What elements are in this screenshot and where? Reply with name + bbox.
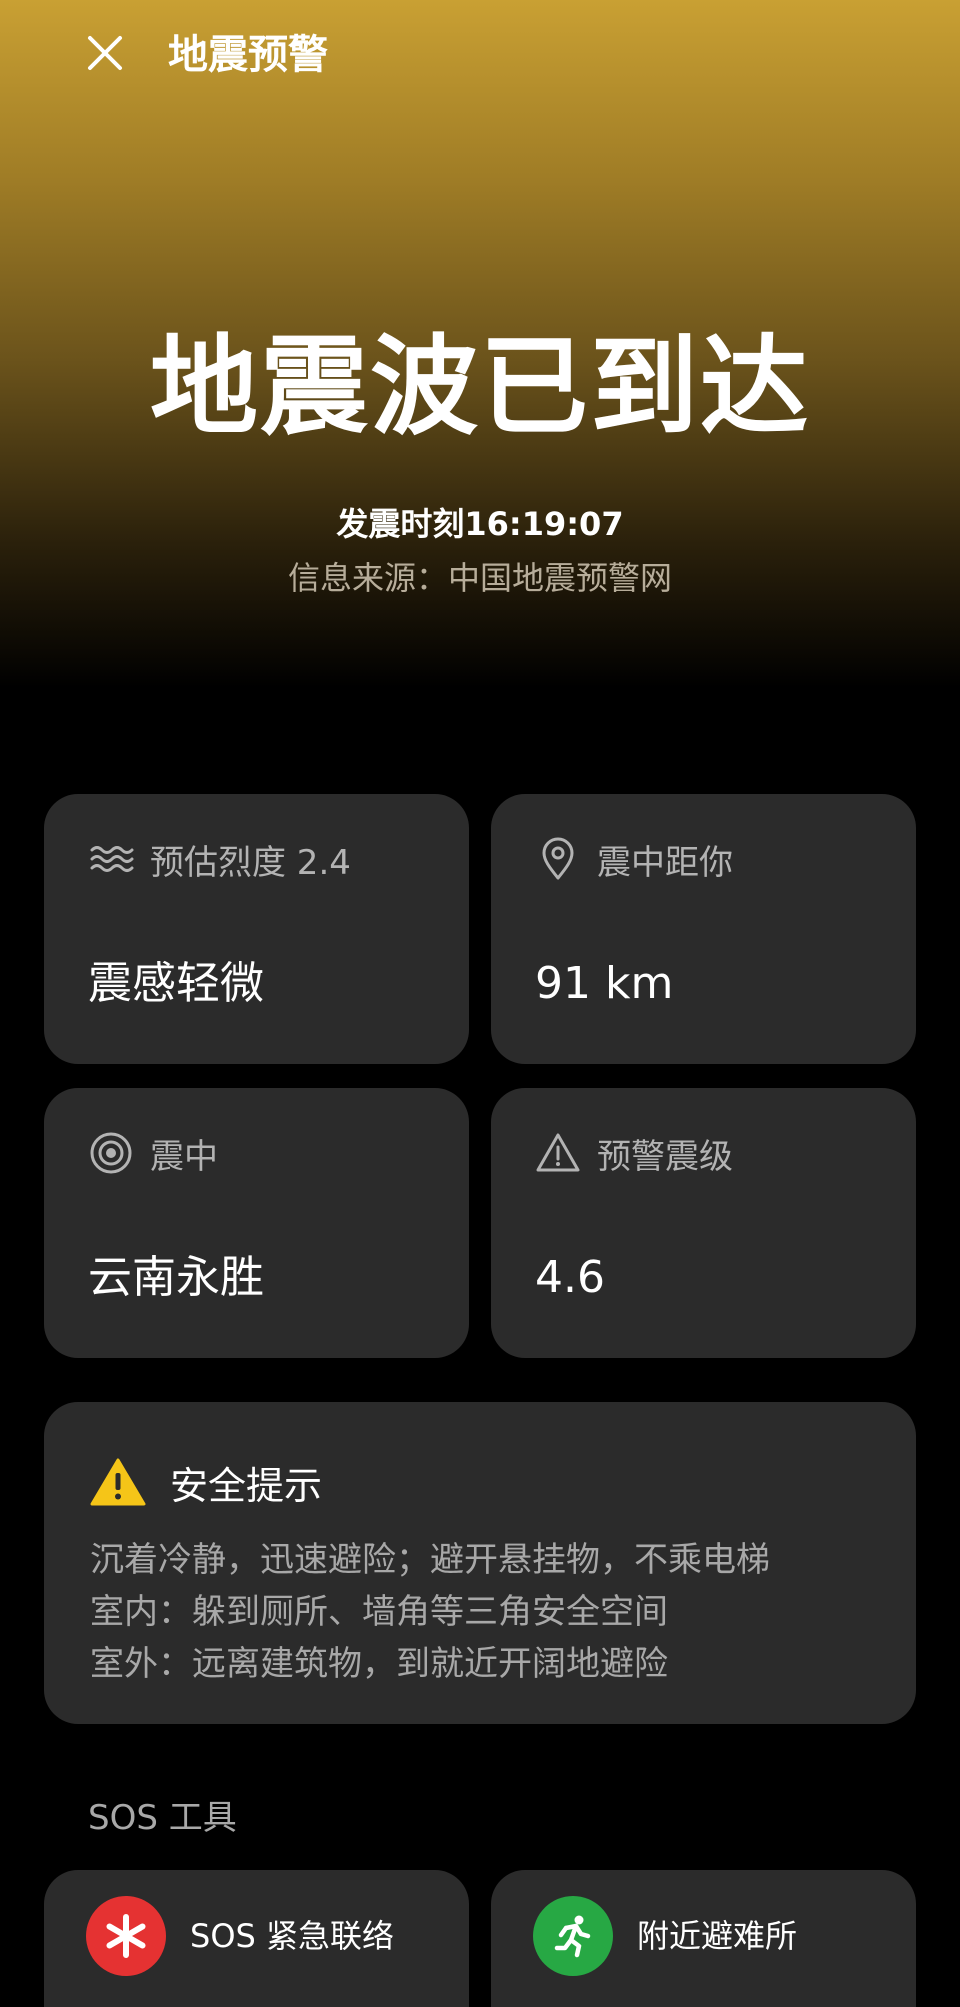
intensity-card: 预估烈度 2.4 震感轻微 bbox=[44, 794, 469, 1064]
warning-filled-icon bbox=[90, 1457, 146, 1507]
info-source: 信息来源：中国地震预警网 bbox=[287, 559, 672, 597]
alert-headline: 地震波已到达 bbox=[149, 325, 810, 450]
quake-time: 发震时刻16:19:07 bbox=[336, 505, 624, 543]
page-title: 地震预警 bbox=[168, 32, 328, 78]
running-person-icon bbox=[554, 1915, 591, 1958]
target-icon bbox=[88, 1130, 134, 1176]
intensity-label-text: 预估烈度 2.4 bbox=[150, 842, 351, 883]
magnitude-card: 预警震级 4.6 bbox=[491, 1088, 916, 1358]
warning-outline-icon bbox=[535, 1130, 581, 1176]
shelter-icon-circle bbox=[533, 1896, 613, 1976]
magnitude-value: 4.6 bbox=[535, 1252, 605, 1303]
wave-icon bbox=[88, 836, 134, 882]
close-button[interactable] bbox=[80, 28, 130, 78]
magnitude-card-label: 预警震级 bbox=[535, 1128, 733, 1178]
epicenter-card-label: 震中 bbox=[88, 1128, 218, 1178]
safety-tip: 沉着冷静，迅速避险；避开悬挂物，不乘电梯 bbox=[90, 1540, 770, 1580]
epicenter-card: 震中 云南永胜 bbox=[44, 1088, 469, 1358]
sos-contact-button[interactable]: SOS 紧急联络 bbox=[44, 1870, 469, 2007]
location-pin-icon bbox=[535, 836, 581, 882]
safety-tips-list: 沉着冷静，迅速避险；避开悬挂物，不乘电梯 室内：躲到厕所、墙角等三角安全空间 室… bbox=[90, 1534, 890, 1690]
intensity-value: 震感轻微 bbox=[88, 958, 264, 1009]
epicenter-value: 云南永胜 bbox=[88, 1252, 264, 1303]
nearby-shelter-button[interactable]: 附近避难所 bbox=[491, 1870, 916, 2007]
safety-tips-card: 安全提示 沉着冷静，迅速避险；避开悬挂物，不乘电梯 室内：躲到厕所、墙角等三角安… bbox=[44, 1402, 916, 1724]
top-bar: 地震预警 bbox=[0, 0, 960, 110]
safety-tip: 室外：远离建筑物，到就近开阔地避险 bbox=[90, 1644, 668, 1684]
epicenter-label-text: 震中 bbox=[150, 1136, 218, 1177]
magnitude-label-text: 预警震级 bbox=[597, 1136, 733, 1177]
distance-card-label: 震中距你 bbox=[535, 834, 733, 884]
safety-tip: 室内：躲到厕所、墙角等三角安全空间 bbox=[90, 1592, 668, 1632]
safety-title: 安全提示 bbox=[170, 1463, 323, 1508]
sos-contact-label: SOS 紧急联络 bbox=[190, 1917, 394, 1955]
asterisk-icon bbox=[106, 1914, 146, 1958]
safety-header: 安全提示 bbox=[90, 1454, 322, 1510]
sos-icon-circle bbox=[86, 1896, 166, 1976]
distance-value: 91 km bbox=[535, 958, 674, 1009]
close-icon bbox=[88, 36, 122, 70]
nearby-shelter-label: 附近避难所 bbox=[637, 1917, 798, 1955]
distance-label-text: 震中距你 bbox=[597, 842, 733, 883]
distance-card: 震中距你 91 km bbox=[491, 794, 916, 1064]
sos-tools-heading: SOS 工具 bbox=[88, 1798, 237, 1838]
intensity-card-label: 预估烈度 2.4 bbox=[88, 834, 351, 884]
